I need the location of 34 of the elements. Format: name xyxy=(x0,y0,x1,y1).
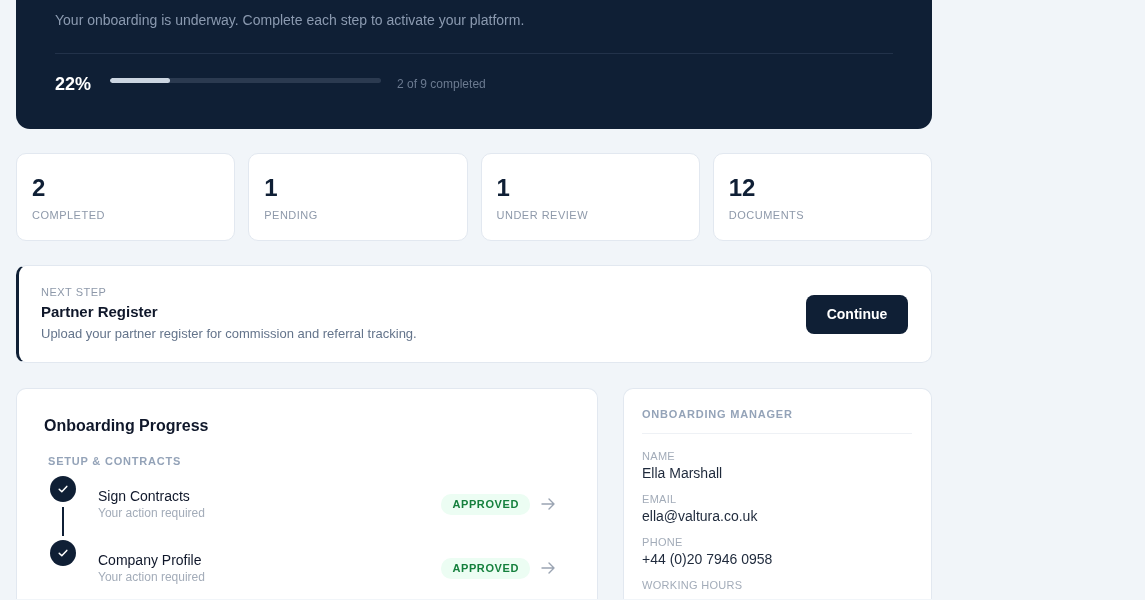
timeline-connector xyxy=(62,507,64,536)
stat-label: COMPLETED xyxy=(32,208,106,222)
next-step-label: NEXT STEP xyxy=(41,285,108,299)
field-label: EMAIL xyxy=(642,492,678,506)
stat-value: 12 xyxy=(728,173,757,203)
progress-summary: 2 of 9 completed xyxy=(397,76,486,93)
progress-percent: 22% xyxy=(55,73,93,95)
field-value: Ella Marshall xyxy=(642,464,724,482)
stat-value: 2 xyxy=(32,173,47,203)
next-step-title: Partner Register xyxy=(41,302,159,322)
field-label: WORKING HOURS xyxy=(642,578,744,592)
status-badge: APPROVED xyxy=(441,493,530,515)
continue-button[interactable]: Continue xyxy=(806,294,908,334)
field-value: +44 (0)20 7946 0958 xyxy=(642,550,774,568)
field-label: PHONE xyxy=(642,535,684,549)
step-title: Sign Contracts xyxy=(98,487,191,505)
stat-label: UNDER REVIEW xyxy=(496,208,590,222)
banner-subtitle: Your onboarding is underway. Complete each step to activate your platform. xyxy=(55,11,526,30)
step-subtitle: Your action required xyxy=(98,505,206,521)
stat-label: DOCUMENTS xyxy=(728,208,806,222)
arrow-right-icon[interactable] xyxy=(541,562,555,574)
step-title: Company Profile xyxy=(98,551,203,569)
stat-value: 1 xyxy=(496,173,511,203)
section-heading: SETUP & CONTRACTS xyxy=(48,454,183,468)
field-label: NAME xyxy=(642,449,676,463)
arrow-right-icon[interactable] xyxy=(541,498,555,510)
next-step-description: Upload your partner register for commission and referral tracking. xyxy=(41,325,418,343)
step-subtitle: Your action required xyxy=(98,569,206,585)
status-badge: APPROVED xyxy=(441,557,530,579)
stat-value: 1 xyxy=(264,173,279,203)
stat-label: PENDING xyxy=(264,208,319,222)
field-value: ella@valtura.co.uk xyxy=(642,507,759,525)
card-title: Onboarding Progress xyxy=(44,416,210,436)
card-heading: ONBOARDING MANAGER xyxy=(642,407,794,421)
